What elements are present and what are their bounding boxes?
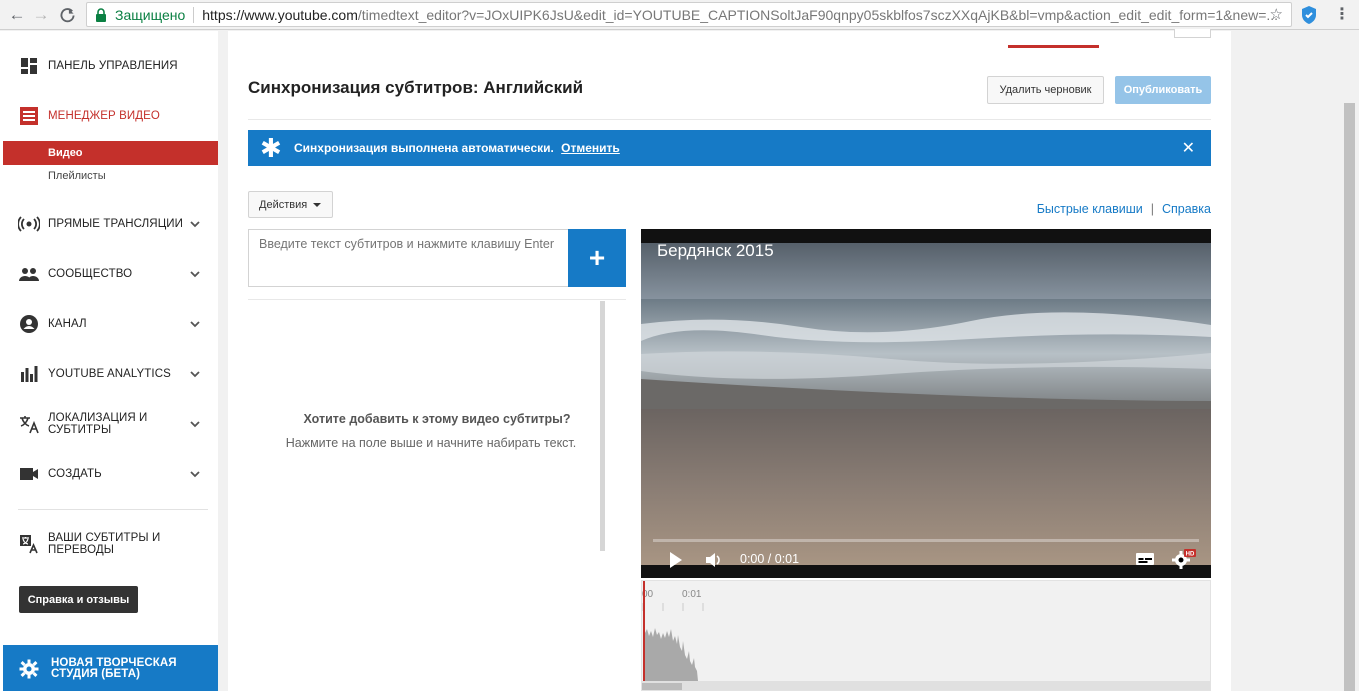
- sidebar-item-label: ВАШИ СУБТИТРЫ И ПЕРЕВОДЫ: [48, 532, 161, 556]
- reload-icon[interactable]: [56, 4, 78, 26]
- sidebar-item-localization[interactable]: ЛОКАЛИЗАЦИЯ И СУБТИТРЫ: [0, 404, 218, 444]
- help-feedback-button[interactable]: Справка и отзывы: [19, 586, 138, 613]
- volume-icon[interactable]: [705, 551, 723, 569]
- url-host: https://www.youtube.com: [202, 6, 358, 23]
- asterisk-icon: ✱: [260, 133, 282, 163]
- lock-icon: [95, 7, 109, 22]
- address-bar[interactable]: Защищено https://www.youtube.com/timedte…: [86, 2, 1292, 27]
- browser-toolbar: ← → Защищено https://www.youtube.com/tim…: [0, 0, 1359, 30]
- actions-label: Действия: [259, 198, 308, 211]
- community-icon: [18, 263, 40, 285]
- sidebar-item-dashboard[interactable]: ПАНЕЛЬ УПРАВЛЕНИЯ: [0, 46, 218, 86]
- timeline-playhead[interactable]: [643, 581, 645, 681]
- url-divider: [193, 6, 195, 23]
- subtitles-translate-icon: [18, 533, 40, 555]
- sidebar-item-label: МЕНЕДЖЕР ВИДЕО: [48, 110, 160, 122]
- sidebar-item-label: СОЗДАТЬ: [48, 468, 102, 480]
- page-title: Синхронизация субтитров: Английский: [248, 78, 584, 97]
- dashboard-icon: [18, 55, 40, 77]
- actions-dropdown[interactable]: Действия: [248, 191, 333, 218]
- caption-list-scrollbar[interactable]: [600, 301, 605, 551]
- sidebar-item-community[interactable]: СООБЩЕСТВО: [0, 254, 218, 294]
- link-separator: |: [1150, 202, 1154, 216]
- time-display: 0:00 / 0:01: [740, 552, 800, 566]
- sidebar-item-live[interactable]: ПРЯМЫЕ ТРАНСЛЯЦИИ: [0, 204, 218, 244]
- sidebar-item-label: КАНАЛ: [48, 318, 87, 330]
- caption-text-input[interactable]: [248, 229, 569, 287]
- close-icon[interactable]: ✕: [1182, 138, 1195, 158]
- banner-text: Синхронизация выполнена автоматически.: [294, 141, 554, 155]
- sidebar-subitem-playlists[interactable]: Плейлисты: [3, 164, 218, 188]
- chevron-down-icon[interactable]: [188, 317, 202, 331]
- sync-notification-banner: ✱ Синхронизация выполнена автоматически.…: [248, 130, 1211, 166]
- header-divider: [248, 119, 1211, 120]
- delete-draft-button[interactable]: Удалить черновик: [987, 76, 1104, 104]
- sidebar-item-label: ПАНЕЛЬ УПРАВЛЕНИЯ: [48, 60, 178, 72]
- main-panel: Синхронизация субтитров: Английский Удал…: [228, 29, 1231, 691]
- subtitles-icon[interactable]: [1135, 551, 1155, 567]
- gear-icon: [18, 658, 40, 680]
- sidebar-item-video-manager[interactable]: МЕНЕДЖЕР ВИДЕО: [0, 96, 218, 136]
- sidebar: ПАНЕЛЬ УПРАВЛЕНИЯ МЕНЕДЖЕР ВИДЕО Видео П…: [0, 31, 218, 691]
- banner-message: Синхронизация выполнена автоматически. О…: [294, 141, 620, 155]
- extension-shield-icon[interactable]: [1300, 5, 1318, 25]
- video-frame: [641, 229, 1211, 578]
- bar-chart-icon: [18, 363, 40, 385]
- sidebar-subitem-videos[interactable]: Видео: [3, 141, 218, 165]
- sidebar-item-analytics[interactable]: YOUTUBE ANALYTICS: [0, 354, 218, 394]
- new-studio-label: НОВАЯ ТВОРЧЕСКАЯ СТУДИЯ (БЕТА): [51, 657, 177, 680]
- sidebar-item-create[interactable]: СОЗДАТЬ: [0, 454, 218, 494]
- back-icon[interactable]: ←: [6, 4, 28, 26]
- video-player[interactable]: Бердянск 2015 0:00 / 0:01 HD: [641, 229, 1211, 578]
- secure-label: Защищено: [115, 6, 186, 23]
- empty-state-subtitle: Нажмите на поле выше и начните набирать …: [285, 436, 577, 450]
- video-manager-icon: [18, 105, 40, 127]
- active-tab-indicator: [1008, 45, 1099, 48]
- translate-icon: [18, 413, 40, 435]
- sidebar-item-label: ЛОКАЛИЗАЦИЯ И СУБТИТРЫ: [48, 412, 148, 436]
- video-title: Бердянск 2015: [657, 241, 774, 260]
- audio-waveform: [642, 603, 704, 681]
- chevron-down-icon[interactable]: [188, 367, 202, 381]
- timeline-scroll-thumb[interactable]: [642, 683, 682, 690]
- play-icon[interactable]: [669, 551, 683, 569]
- page-scrollbar-thumb[interactable]: [1344, 103, 1355, 691]
- tab-corner-box: [1174, 29, 1211, 38]
- chevron-down-icon[interactable]: [188, 217, 202, 231]
- new-studio-button[interactable]: НОВАЯ ТВОРЧЕСКАЯ СТУДИЯ (БЕТА): [3, 645, 218, 691]
- help-links: Быстрые клавиши | Справка: [1037, 202, 1211, 216]
- hd-badge: HD: [1186, 552, 1195, 558]
- settings-gear-icon[interactable]: HD: [1171, 547, 1197, 569]
- caption-timeline[interactable]: 00 0:01: [641, 580, 1211, 691]
- url-path: /timedtext_editor?v=JOxUIPK6JsU&edit_id=…: [357, 6, 1279, 23]
- sidebar-item-label: YOUTUBE ANALYTICS: [48, 368, 171, 380]
- chevron-down-icon[interactable]: [188, 467, 202, 481]
- sidebar-item-your-subtitles[interactable]: ВАШИ СУБТИТРЫ И ПЕРЕВОДЫ: [0, 524, 218, 564]
- sidebar-item-channel[interactable]: КАНАЛ: [0, 304, 218, 344]
- chevron-down-icon[interactable]: [188, 267, 202, 281]
- bookmark-star-icon[interactable]: ☆: [1270, 5, 1283, 23]
- sidebar-divider: [18, 509, 208, 510]
- add-caption-button[interactable]: +: [568, 229, 626, 287]
- sidebar-item-label: СООБЩЕСТВО: [48, 268, 133, 280]
- sidebar-item-label: ПРЯМЫЕ ТРАНСЛЯЦИИ: [48, 218, 184, 230]
- chevron-down-icon[interactable]: [188, 417, 202, 431]
- help-link[interactable]: Справка: [1162, 202, 1211, 216]
- empty-state-title: Хотите добавить к этому видео субтитры?: [303, 412, 571, 426]
- caption-list: [248, 299, 626, 691]
- publish-button[interactable]: Опубликовать: [1115, 76, 1211, 104]
- video-camera-icon: [18, 463, 40, 485]
- playback-progress-bar[interactable]: [653, 539, 1199, 542]
- live-broadcast-icon: [18, 213, 40, 235]
- undo-link[interactable]: Отменить: [561, 141, 620, 155]
- timeline-scrollbar[interactable]: [642, 681, 1210, 690]
- shortcuts-link[interactable]: Быстрые клавиши: [1037, 202, 1143, 216]
- caret-down-icon: [313, 202, 322, 207]
- account-circle-icon: [18, 313, 40, 335]
- forward-icon[interactable]: →: [30, 4, 52, 26]
- browser-menu-icon[interactable]: ⋮: [1334, 5, 1350, 25]
